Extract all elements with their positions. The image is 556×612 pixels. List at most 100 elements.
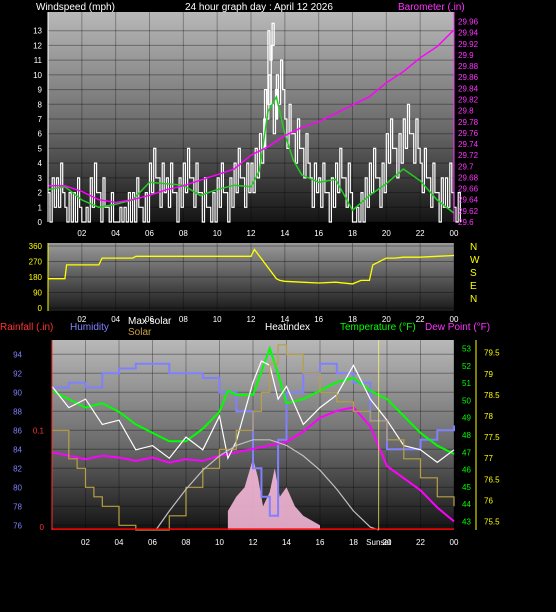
y-tick-label: 12 — [33, 41, 42, 50]
dew-tick-label: 49 — [462, 414, 471, 423]
y-tick-label: 4 — [38, 159, 43, 168]
legend-label: Temperature (°F) — [340, 322, 416, 333]
x-tick-label: 08 — [179, 315, 188, 324]
y-right-tick-label: 29.94 — [458, 29, 479, 38]
temp-tick-label: 79 — [484, 370, 493, 379]
y-right-tick-label: 29.66 — [458, 185, 479, 194]
dew-tick-label: 46 — [462, 466, 471, 475]
dew-tick-label: 53 — [462, 345, 471, 354]
legend-label: Solar — [128, 327, 152, 338]
x-tick-label: 00 — [450, 538, 459, 547]
y-right-tick-label: 29.8 — [458, 107, 474, 116]
rain-tick-label: 0.1 — [33, 426, 45, 435]
legend-label: Humidity — [70, 322, 109, 333]
y-tick-label: 90 — [33, 289, 42, 298]
humidity-tick-label: 94 — [13, 350, 22, 359]
humidity-tick-label: 86 — [13, 426, 22, 435]
y-right-tick-label: 29.74 — [458, 140, 479, 149]
x-tick-label: 12 — [247, 315, 256, 324]
humidity-tick-label: 84 — [13, 445, 22, 454]
x-tick-label: 12 — [247, 229, 256, 238]
compass-label: N — [470, 242, 477, 253]
y-tick-label: 3 — [38, 174, 43, 183]
x-tick-label: 16 — [316, 538, 325, 547]
compass-label: S — [470, 268, 477, 279]
y-tick-label: 8 — [38, 100, 43, 109]
legend-label: Max solar — [128, 316, 172, 327]
dew-tick-label: 45 — [462, 483, 471, 492]
x-tick-label: 14 — [280, 229, 289, 238]
legend-label: Dew Point (°F) — [425, 322, 490, 333]
temp-tick-label: 78.5 — [484, 391, 500, 400]
x-tick-label: 10 — [215, 538, 224, 547]
dew-tick-label: 50 — [462, 396, 471, 405]
y-tick-label: 13 — [33, 27, 42, 36]
y-tick-label: 180 — [29, 273, 43, 282]
x-tick-label: 06 — [145, 229, 154, 238]
x-tick-label: 12 — [249, 538, 258, 547]
y-right-tick-label: 29.92 — [458, 40, 479, 49]
temp-tick-label: 79.5 — [484, 349, 500, 358]
humidity-tick-label: 78 — [13, 502, 22, 511]
sunset-label: Sunset — [366, 538, 392, 547]
temp-tick-label: 76 — [484, 496, 493, 505]
x-tick-label: 02 — [81, 538, 90, 547]
x-tick-label: 02 — [77, 229, 86, 238]
x-tick-label: 00 — [450, 229, 459, 238]
y-tick-label: 0 — [38, 304, 43, 313]
x-tick-label: 08 — [179, 229, 188, 238]
y-tick-label: 10 — [33, 71, 42, 80]
x-tick-label: 18 — [349, 538, 358, 547]
y-tick-label: 2 — [38, 189, 43, 198]
chart-title: 24 hour graph day : April 12 2026 — [185, 2, 333, 13]
dew-tick-label: 44 — [462, 500, 471, 509]
y-tick-label: 11 — [34, 56, 43, 65]
temp-tick-label: 75.5 — [484, 518, 500, 527]
x-tick-label: 04 — [111, 315, 120, 324]
y-right-tick-label: 29.82 — [458, 96, 479, 105]
y-tick-label: 7 — [38, 115, 43, 124]
x-tick-label: 22 — [416, 538, 425, 547]
y-right-tick-label: 29.88 — [458, 62, 479, 71]
humidity-tick-label: 88 — [13, 407, 22, 416]
y-right-tick-label: 29.96 — [458, 18, 479, 27]
compass-label: W — [470, 255, 480, 266]
humidity-tick-label: 80 — [13, 483, 22, 492]
x-tick-label: 08 — [182, 538, 191, 547]
x-tick-label: 20 — [382, 229, 391, 238]
y-right-tick-label: 29.72 — [458, 151, 479, 160]
y-right-tick-label: 29.78 — [458, 118, 479, 127]
x-tick-label: 10 — [213, 315, 222, 324]
dew-tick-label: 51 — [462, 379, 471, 388]
temp-tick-label: 77 — [484, 454, 493, 463]
weather-graphs: 01234567891011121329.629.6229.6429.6629.… — [0, 2, 500, 547]
x-tick-label: 10 — [213, 229, 222, 238]
wind-axis-label: Windspeed (mph) — [36, 2, 115, 13]
legend-label: Rainfall (.in) — [0, 322, 53, 333]
y-right-tick-label: 29.62 — [458, 207, 479, 216]
rain-tick-label: 0 — [40, 523, 45, 532]
y-right-tick-label: 29.9 — [458, 51, 474, 60]
y-right-tick-label: 29.86 — [458, 73, 479, 82]
y-tick-label: 5 — [38, 144, 43, 153]
humidity-tick-label: 82 — [13, 464, 22, 473]
y-tick-label: 0 — [38, 218, 43, 227]
x-tick-label: 16 — [314, 315, 323, 324]
x-tick-label: 18 — [348, 229, 357, 238]
x-tick-label: 14 — [282, 538, 291, 547]
dew-tick-label: 43 — [462, 517, 471, 526]
y-tick-label: 9 — [38, 86, 43, 95]
y-right-tick-label: 29.68 — [458, 173, 479, 182]
x-tick-label: 04 — [111, 229, 120, 238]
dew-tick-label: 52 — [462, 362, 471, 371]
x-tick-label: 22 — [416, 315, 425, 324]
humidity-tick-label: 92 — [13, 369, 22, 378]
y-right-tick-label: 29.84 — [458, 84, 479, 93]
dew-tick-label: 47 — [462, 448, 471, 457]
humidity-tick-label: 90 — [13, 388, 22, 397]
y-tick-label: 270 — [29, 258, 43, 267]
y-right-tick-label: 29.76 — [458, 129, 479, 138]
x-tick-label: 06 — [148, 538, 157, 547]
x-tick-label: 22 — [416, 229, 425, 238]
y-tick-label: 6 — [38, 130, 43, 139]
